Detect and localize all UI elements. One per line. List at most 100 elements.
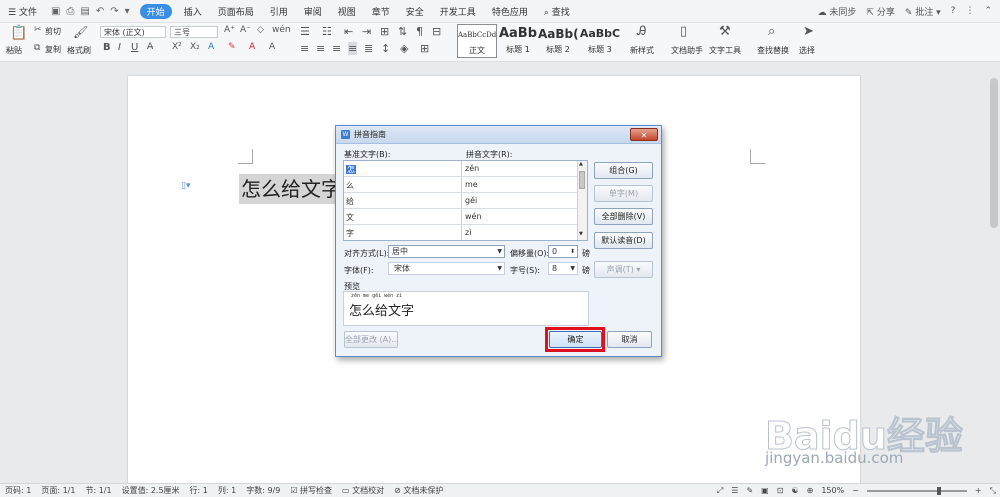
fullscreen-icon[interactable]: ⤡ [990, 486, 996, 496]
line-spacing-icon[interactable]: ↕ [381, 42, 390, 55]
web-view-icon[interactable]: ⊡ [777, 486, 784, 495]
text-tools-button[interactable]: 文字工具 [709, 45, 741, 56]
increase-indent-icon[interactable]: ⇥ [362, 25, 371, 38]
tab-sections[interactable]: 章节 [364, 5, 398, 18]
search-command[interactable]: ⌕ 查找 [536, 5, 578, 18]
grid-scrollbar[interactable]: ▲ ▼ [577, 161, 587, 240]
scroll-down-icon[interactable]: ▼ [579, 231, 583, 237]
doc-helper-icon[interactable]: ▯ [680, 24, 687, 39]
status-column[interactable]: 列: 1 [213, 485, 241, 496]
globe-icon[interactable]: ⊕ [807, 486, 814, 495]
show-marks-icon[interactable]: ¶ [416, 25, 423, 38]
zoom-out-icon[interactable]: − [852, 486, 859, 495]
font-size-select[interactable]: 三号 [170, 26, 218, 38]
decrease-indent-icon[interactable]: ⇤ [344, 25, 353, 38]
justify-icon[interactable]: ≡ [348, 42, 358, 55]
char-border-icon[interactable]: A [269, 42, 275, 52]
redo-icon[interactable]: ↷ [110, 6, 118, 17]
fit-page-icon[interactable]: ⤢ [717, 486, 723, 496]
save-icon[interactable]: ▣ [51, 6, 60, 17]
spell-check-button[interactable]: ☑ 拼写检查 [285, 485, 337, 496]
bullet-list-icon[interactable]: ☰ [300, 25, 310, 38]
base-cell[interactable]: 字 [346, 228, 354, 239]
size-select[interactable]: 8 ▼ [548, 262, 578, 275]
base-cell[interactable]: 么 [346, 180, 354, 191]
offset-stepper[interactable]: 0 ⬍ [548, 245, 578, 258]
tab-review[interactable]: 审阅 [296, 5, 330, 18]
pinyin-cell[interactable]: wén [465, 212, 482, 221]
pinyin-cell[interactable]: gěi [465, 196, 477, 205]
pinyin-guide-icon[interactable]: wén [272, 25, 291, 35]
change-all-button[interactable]: 全部更改 (A)... [344, 331, 399, 348]
table-row[interactable]: 字 zì [344, 225, 579, 240]
scroll-up-icon[interactable]: ▲ [579, 161, 583, 167]
page-view-icon[interactable]: ▣ [761, 486, 769, 495]
chinese-layout-icon[interactable]: ⊞ [380, 25, 389, 38]
status-word-count[interactable]: 字数: 9/9 [241, 485, 285, 496]
tab-insert[interactable]: 插入 [176, 5, 210, 18]
pinyin-cell[interactable]: me [465, 180, 478, 189]
highlight-icon[interactable]: ✎ [228, 42, 236, 52]
distribute-icon[interactable]: ≣ [364, 42, 373, 55]
proofread-button[interactable]: ▭ 文档校对 [337, 485, 389, 496]
pinyin-cell[interactable]: zì [465, 228, 471, 237]
dialog-titlebar[interactable]: W 拼音指南 ✕ [336, 126, 661, 144]
file-menu[interactable]: ☰ 文件 [0, 5, 45, 18]
combine-button[interactable]: 组合(G) [594, 162, 653, 179]
share-button[interactable]: ⇱ 分享 [866, 5, 894, 18]
chevron-down-icon[interactable]: ▾ [125, 6, 130, 17]
style-heading-2[interactable]: AaBb( 标题 2 [538, 24, 578, 58]
tab-view[interactable]: 视图 [330, 5, 364, 18]
align-center-icon[interactable]: ≡ [316, 42, 325, 55]
comment-button[interactable]: ✎ 批注 ▾ [905, 5, 941, 18]
borders-icon[interactable]: ⊞ [420, 42, 429, 55]
clear-format-icon[interactable]: ◇ [257, 25, 264, 35]
status-setting[interactable]: 设置值: 2.5厘米 [117, 485, 185, 496]
wrench-icon[interactable]: ⚒ [719, 24, 731, 39]
preview-icon[interactable]: ▤ [80, 6, 89, 17]
table-row[interactable]: 文 wén [344, 209, 579, 225]
status-pages[interactable]: 页面: 1/1 [36, 485, 80, 496]
status-section[interactable]: 节: 1/1 [80, 485, 116, 496]
cursor-icon[interactable]: ➤ [803, 24, 814, 39]
read-mode-icon[interactable]: ☯ [791, 486, 798, 495]
stepper-arrows-icon[interactable]: ⬍ [570, 246, 575, 257]
find-replace-button[interactable]: 查找替换 [757, 45, 789, 56]
cancel-button[interactable]: 取消 [607, 331, 652, 348]
document-selected-text[interactable]: 怎么给文字 [239, 174, 343, 204]
base-cell[interactable]: 文 [346, 212, 354, 223]
vertical-scrollbar[interactable] [990, 78, 998, 228]
paste-button[interactable]: 粘贴 [6, 45, 22, 56]
sort-icon[interactable]: ⇅ [398, 25, 407, 38]
copy-button[interactable]: 复制 [45, 44, 61, 55]
bold-icon[interactable]: B [103, 42, 111, 53]
style-heading-1[interactable]: AaBb 标题 1 [498, 24, 538, 58]
base-cell[interactable]: 怎 [346, 164, 356, 175]
italic-icon[interactable]: I [118, 42, 121, 53]
cut-button[interactable]: 剪切 [45, 26, 61, 37]
new-style-icon[interactable]: Ꭿ [637, 24, 646, 39]
print-icon[interactable]: ⎙ [66, 6, 74, 17]
underline-icon[interactable]: U [131, 42, 138, 53]
doc-helper-button[interactable]: 文档助手 [671, 45, 703, 56]
subscript-icon[interactable]: X₂ [190, 42, 200, 52]
tab-page-layout[interactable]: 页面布局 [210, 5, 262, 18]
edit-icon[interactable]: ✎ [746, 486, 753, 495]
table-row[interactable]: 怎 zěn [344, 161, 579, 177]
tab-references[interactable]: 引用 [262, 5, 296, 18]
font-select[interactable]: 宋体 ▼ [388, 262, 505, 275]
close-button[interactable]: ✕ [630, 128, 658, 141]
shrink-font-icon[interactable]: A⁻ [240, 25, 251, 35]
table-row[interactable]: 么 me [344, 177, 579, 193]
zoom-slider[interactable] [866, 486, 967, 495]
font-color-icon[interactable]: A [249, 42, 255, 52]
numbered-list-icon[interactable]: ☷ [322, 25, 332, 38]
single-char-button[interactable]: 单字(M) [594, 185, 653, 202]
align-left-icon[interactable]: ≡ [300, 42, 309, 55]
grow-font-icon[interactable]: A⁺ [224, 25, 235, 35]
tone-button[interactable]: 声调(T) ▾ [594, 261, 653, 278]
protection-button[interactable]: ⊘ 文档未保护 [389, 485, 448, 496]
magnifier-icon[interactable]: ⌕ [768, 24, 775, 39]
superscript-icon[interactable]: X² [172, 42, 182, 52]
strikethrough-icon[interactable]: A̶ [147, 42, 153, 52]
